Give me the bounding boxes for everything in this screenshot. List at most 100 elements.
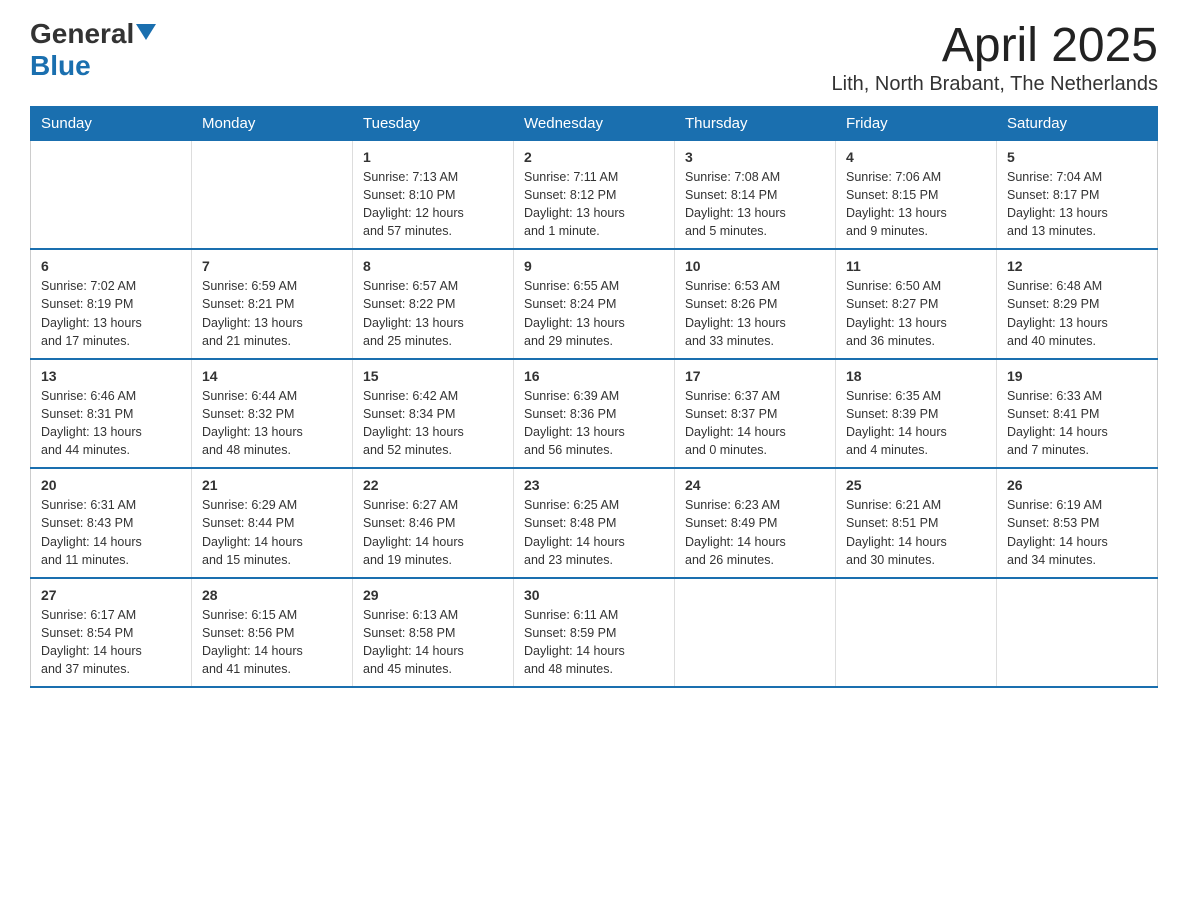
calendar-cell: 10 Sunrise: 6:53 AMSunset: 8:26 PMDayligh… [675,249,836,359]
header-day-sunday: Sunday [31,106,192,140]
week-row-4: 20 Sunrise: 6:31 AMSunset: 8:43 PMDayligh… [31,468,1158,578]
day-info: Sunrise: 7:11 AMSunset: 8:12 PMDaylight:… [524,168,664,241]
day-number: 11 [846,258,986,274]
day-number: 29 [363,587,503,603]
header-day-monday: Monday [192,106,353,140]
calendar-cell: 22 Sunrise: 6:27 AMSunset: 8:46 PMDayligh… [353,468,514,578]
calendar-cell: 21Sunrise: 6:29 AMSunset: 8:44 PMDayligh… [192,468,353,578]
day-number: 3 [685,149,825,165]
calendar-body: 1Sunrise: 7:13 AMSunset: 8:10 PMDaylight… [31,140,1158,687]
day-number: 25 [846,477,986,493]
day-number: 13 [41,368,181,384]
day-info: Sunrise: 6:42 AMSunset: 8:34 PMDaylight:… [363,387,503,460]
header-day-wednesday: Wednesday [514,106,675,140]
calendar-cell: 3Sunrise: 7:08 AMSunset: 8:14 PMDaylight… [675,140,836,249]
day-number: 5 [1007,149,1147,165]
calendar-table: SundayMondayTuesdayWednesdayThursdayFrid… [30,106,1158,689]
day-info: Sunrise: 6:39 AMSunset: 8:36 PMDaylight:… [524,387,664,460]
calendar-cell: 17 Sunrise: 6:37 AMSunset: 8:37 PMDayligh… [675,359,836,469]
day-info: Sunrise: 6:29 AMSunset: 8:44 PMDaylight:… [202,496,342,569]
calendar-cell: 1Sunrise: 7:13 AMSunset: 8:10 PMDaylight… [353,140,514,249]
calendar-cell: 2 Sunrise: 7:11 AMSunset: 8:12 PMDaylight… [514,140,675,249]
header-row: SundayMondayTuesdayWednesdayThursdayFrid… [31,106,1158,140]
calendar-cell: 12 Sunrise: 6:48 AMSunset: 8:29 PMDayligh… [997,249,1158,359]
day-info: Sunrise: 7:02 AMSunset: 8:19 PMDaylight:… [41,277,181,350]
calendar-cell: 23 Sunrise: 6:25 AMSunset: 8:48 PMDayligh… [514,468,675,578]
day-info: Sunrise: 6:35 AMSunset: 8:39 PMDaylight:… [846,387,986,460]
day-info: Sunrise: 6:31 AMSunset: 8:43 PMDaylight:… [41,496,181,569]
day-info: Sunrise: 6:46 AMSunset: 8:31 PMDaylight:… [41,387,181,460]
calendar-subtitle: Lith, North Brabant, The Netherlands [832,73,1158,96]
page-header: General Blue April 2025 Lith, North Brab… [30,20,1158,96]
day-number: 4 [846,149,986,165]
day-info: Sunrise: 6:53 AMSunset: 8:26 PMDaylight:… [685,277,825,350]
day-number: 14 [202,368,342,384]
calendar-cell: 28 Sunrise: 6:15 AMSunset: 8:56 PMDayligh… [192,578,353,688]
day-info: Sunrise: 6:27 AMSunset: 8:46 PMDaylight:… [363,496,503,569]
day-number: 2 [524,149,664,165]
week-row-1: 1Sunrise: 7:13 AMSunset: 8:10 PMDaylight… [31,140,1158,249]
calendar-cell: 15 Sunrise: 6:42 AMSunset: 8:34 PMDayligh… [353,359,514,469]
day-number: 18 [846,368,986,384]
calendar-header: SundayMondayTuesdayWednesdayThursdayFrid… [31,106,1158,140]
calendar-cell: 14Sunrise: 6:44 AMSunset: 8:32 PMDayligh… [192,359,353,469]
day-number: 10 [685,258,825,274]
calendar-cell: 8 Sunrise: 6:57 AMSunset: 8:22 PMDaylight… [353,249,514,359]
calendar-cell: 20 Sunrise: 6:31 AMSunset: 8:43 PMDayligh… [31,468,192,578]
day-number: 6 [41,258,181,274]
day-info: Sunrise: 6:55 AMSunset: 8:24 PMDaylight:… [524,277,664,350]
day-number: 19 [1007,368,1147,384]
day-info: Sunrise: 6:23 AMSunset: 8:49 PMDaylight:… [685,496,825,569]
week-row-3: 13 Sunrise: 6:46 AMSunset: 8:31 PMDayligh… [31,359,1158,469]
header-day-thursday: Thursday [675,106,836,140]
day-number: 26 [1007,477,1147,493]
day-info: Sunrise: 6:59 AMSunset: 8:21 PMDaylight:… [202,277,342,350]
day-info: Sunrise: 6:17 AMSunset: 8:54 PMDaylight:… [41,606,181,679]
calendar-cell: 13 Sunrise: 6:46 AMSunset: 8:31 PMDayligh… [31,359,192,469]
day-number: 28 [202,587,342,603]
calendar-cell: 18 Sunrise: 6:35 AMSunset: 8:39 PMDayligh… [836,359,997,469]
day-number: 8 [363,258,503,274]
day-info: Sunrise: 6:48 AMSunset: 8:29 PMDaylight:… [1007,277,1147,350]
day-number: 30 [524,587,664,603]
day-info: Sunrise: 6:25 AMSunset: 8:48 PMDaylight:… [524,496,664,569]
calendar-cell [192,140,353,249]
logo: General Blue [30,20,156,82]
logo-text: General [30,20,156,48]
day-info: Sunrise: 6:57 AMSunset: 8:22 PMDaylight:… [363,277,503,350]
day-number: 7 [202,258,342,274]
calendar-cell: 11Sunrise: 6:50 AMSunset: 8:27 PMDayligh… [836,249,997,359]
calendar-cell: 16Sunrise: 6:39 AMSunset: 8:36 PMDayligh… [514,359,675,469]
title-block: April 2025 Lith, North Brabant, The Neth… [832,20,1158,96]
header-day-saturday: Saturday [997,106,1158,140]
calendar-cell: 29 Sunrise: 6:13 AMSunset: 8:58 PMDayligh… [353,578,514,688]
header-day-friday: Friday [836,106,997,140]
calendar-cell: 30Sunrise: 6:11 AMSunset: 8:59 PMDayligh… [514,578,675,688]
day-info: Sunrise: 6:37 AMSunset: 8:37 PMDaylight:… [685,387,825,460]
logo-triangle-icon [136,24,156,40]
calendar-cell [836,578,997,688]
calendar-cell [997,578,1158,688]
header-day-tuesday: Tuesday [353,106,514,140]
day-info: Sunrise: 7:04 AMSunset: 8:17 PMDaylight:… [1007,168,1147,241]
day-info: Sunrise: 6:33 AMSunset: 8:41 PMDaylight:… [1007,387,1147,460]
day-number: 12 [1007,258,1147,274]
day-info: Sunrise: 6:13 AMSunset: 8:58 PMDaylight:… [363,606,503,679]
day-number: 20 [41,477,181,493]
calendar-cell: 24 Sunrise: 6:23 AMSunset: 8:49 PMDayligh… [675,468,836,578]
day-number: 22 [363,477,503,493]
day-info: Sunrise: 6:15 AMSunset: 8:56 PMDaylight:… [202,606,342,679]
calendar-cell [675,578,836,688]
day-number: 24 [685,477,825,493]
day-info: Sunrise: 6:21 AMSunset: 8:51 PMDaylight:… [846,496,986,569]
calendar-cell [31,140,192,249]
day-info: Sunrise: 7:13 AMSunset: 8:10 PMDaylight:… [363,168,503,241]
day-number: 9 [524,258,664,274]
week-row-2: 6 Sunrise: 7:02 AMSunset: 8:19 PMDaylight… [31,249,1158,359]
day-info: Sunrise: 6:19 AMSunset: 8:53 PMDaylight:… [1007,496,1147,569]
calendar-cell: 5 Sunrise: 7:04 AMSunset: 8:17 PMDaylight… [997,140,1158,249]
logo-blue-text: Blue [30,50,91,81]
day-number: 23 [524,477,664,493]
day-number: 15 [363,368,503,384]
day-number: 17 [685,368,825,384]
